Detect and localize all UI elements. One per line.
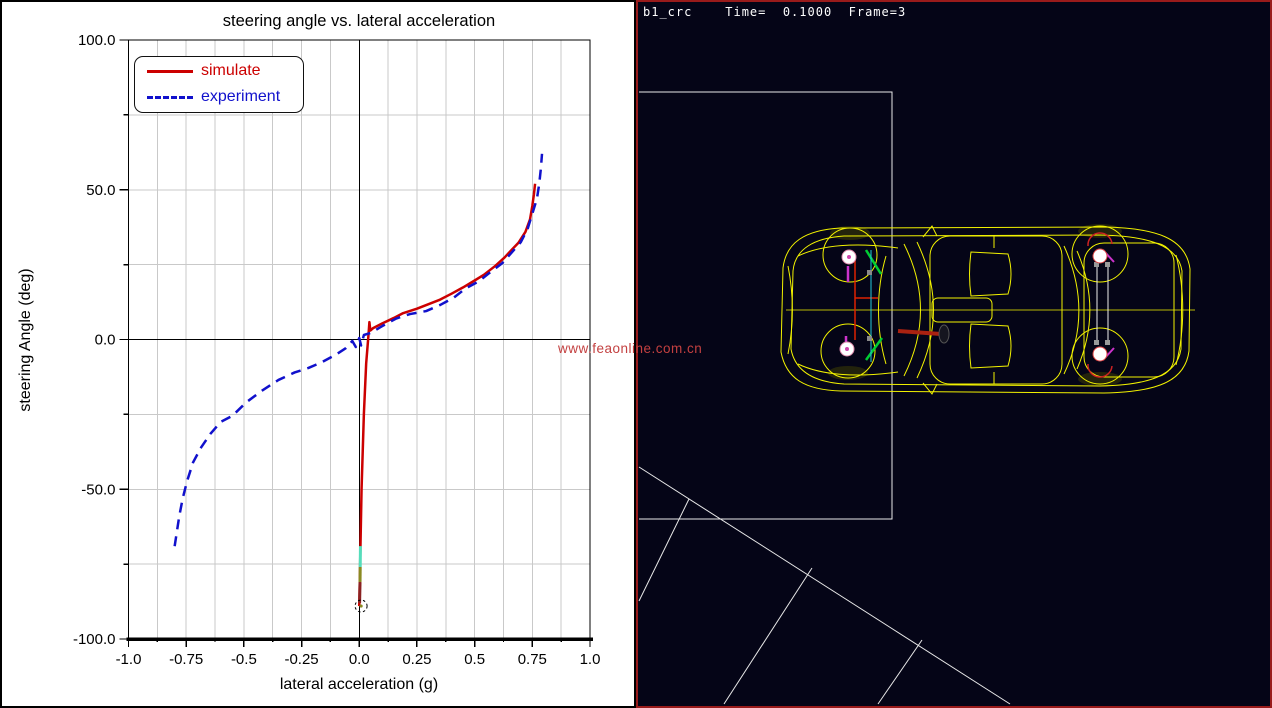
watermark: www.feaonline.com.cn: [558, 341, 702, 356]
y-axis-label: steering Angle (deg): [17, 268, 35, 411]
viewport-header: b1_crc Time= 0.1000 Frame=3: [643, 5, 906, 19]
legend-label-simulate: simulate: [201, 62, 261, 80]
svg-text:1.0: 1.0: [580, 651, 601, 668]
chart-title: steering angle vs. lateral acceleration: [128, 12, 590, 31]
experiment-curve: [175, 154, 542, 546]
front-suspension: [840, 250, 949, 362]
chart-legend: simulate experiment: [134, 56, 304, 113]
simulate-line-sample: [147, 70, 193, 73]
x-axis-label: lateral acceleration (g): [128, 676, 590, 694]
legend-label-experiment: experiment: [201, 88, 280, 106]
simulation-viewport[interactable]: b1_crc Time= 0.1000 Frame=3: [636, 0, 1272, 708]
legend-row-simulate: simulate: [135, 57, 303, 83]
svg-text:0.0: 0.0: [349, 651, 370, 668]
road-rectangle: [639, 92, 892, 519]
svg-text:-50.0: -50.0: [81, 481, 115, 498]
selection-marker-dot: [359, 604, 362, 607]
steering-angle-chart: -1.0 -0.75 -0.5 -0.25 0.0 0.25 0.5 0.75 1.0 100.0…: [0, 0, 636, 708]
legend-row-experiment: experiment: [135, 83, 303, 109]
svg-text:-0.5: -0.5: [231, 651, 257, 668]
simulate-curve: [359, 184, 535, 606]
application-window: -1.0 -0.75 -0.5 -0.25 0.0 0.25 0.5 0.75 1.0 100.0…: [0, 0, 1272, 708]
road-edge-lines: [639, 467, 1010, 704]
viewport-canvas[interactable]: [636, 0, 1272, 708]
tick-labels: -1.0 -0.75 -0.5 -0.25 0.0 0.25 0.5 0.75 1.0 100.0…: [73, 32, 600, 668]
svg-text:50.0: 50.0: [86, 182, 115, 199]
car-wireframe: [781, 224, 1195, 394]
experiment-line-sample: [147, 96, 193, 99]
svg-text:-0.75: -0.75: [169, 651, 203, 668]
svg-text:-100.0: -100.0: [73, 631, 116, 648]
svg-text:-1.0: -1.0: [116, 651, 142, 668]
svg-text:0.75: 0.75: [518, 651, 547, 668]
chart-panel: -1.0 -0.75 -0.5 -0.25 0.0 0.25 0.5 0.75 1.0 100.0…: [0, 0, 636, 708]
svg-text:0.25: 0.25: [402, 651, 431, 668]
svg-text:-0.25: -0.25: [284, 651, 318, 668]
svg-text:100.0: 100.0: [78, 32, 116, 49]
rear-suspension: [1088, 233, 1114, 377]
road-lines: [639, 92, 892, 519]
svg-text:0.0: 0.0: [95, 332, 116, 349]
svg-text:0.5: 0.5: [464, 651, 485, 668]
